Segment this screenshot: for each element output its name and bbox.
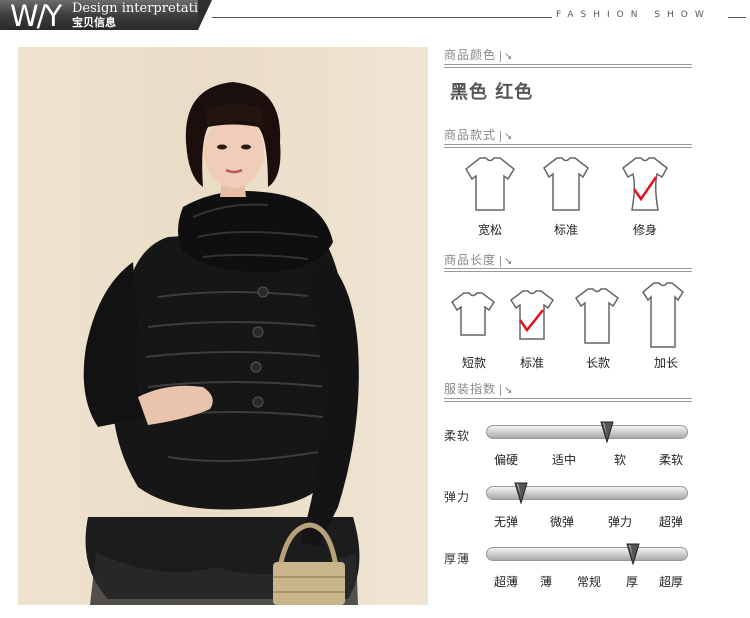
length-label: 长款: [585, 356, 610, 370]
tshirt-icon: [508, 288, 556, 342]
style-label: 宽松: [477, 223, 502, 237]
elasticity-tick: 超弹: [658, 515, 683, 529]
elasticity-slider: [486, 482, 688, 504]
arrow-icon: ↘: [500, 385, 513, 396]
section-rule: [444, 268, 692, 272]
tshirt-icon: [464, 155, 516, 213]
elasticity-tick: 微弹: [549, 515, 574, 529]
style-label: 修身: [632, 223, 657, 237]
header-divider-end: [728, 17, 746, 18]
header-dark-band: W/Y Design interpretation 宝贝信息: [0, 0, 214, 33]
length-label: 短款: [461, 356, 486, 370]
style-label: 标准: [553, 223, 578, 237]
thickness-tick: 厚: [625, 575, 638, 589]
arrow-icon: ↘: [500, 256, 513, 267]
elasticity-tick: 弹力: [607, 515, 632, 529]
tshirt-icon: [573, 286, 621, 346]
product-colors: 黑色 红色: [450, 82, 534, 103]
section-rule: [444, 398, 692, 402]
softness-marker: [600, 421, 614, 443]
arrow-icon: ↘: [500, 131, 513, 142]
tshirt-icon: [541, 155, 591, 213]
length-section-title: 商品长度 ↘: [444, 251, 513, 267]
tshirt-icon: [620, 155, 670, 213]
color-section-title-text: 商品颜色: [444, 48, 497, 62]
section-rule: [444, 144, 692, 148]
product-photo: [18, 47, 428, 605]
tshirt-icon: [449, 290, 497, 338]
spec-panel: 商品颜色 ↘ 黑色 红色 商品款式 ↘ 宽松 标准 修身 商品长度 ↘ 短款 标准: [444, 0, 694, 618]
softness-tick: 偏硬: [493, 453, 518, 467]
index-section-title-text: 服装指数: [444, 382, 497, 396]
softness-tick: 软: [613, 453, 626, 467]
elasticity-marker: [514, 482, 528, 504]
section-rule: [444, 64, 692, 68]
softness-tick: 柔软: [658, 453, 683, 467]
index-section-title: 服装指数 ↘: [444, 380, 513, 396]
style-section-title-text: 商品款式: [444, 128, 497, 142]
softness-tick: 适中: [551, 453, 576, 467]
style-section-title: 商品款式 ↘: [444, 126, 513, 142]
softness-slider: [486, 421, 688, 443]
brand-logo: W/Y: [10, 0, 62, 33]
softness-label: 柔软: [444, 429, 471, 443]
color-section-title: 商品颜色 ↘: [444, 46, 513, 62]
length-label: 加长: [653, 356, 678, 370]
product-info-subtitle: 宝贝信息: [72, 16, 116, 29]
thickness-slider: [486, 543, 688, 565]
elasticity-tick: 无弹: [493, 515, 518, 529]
length-label: 标准: [519, 356, 544, 370]
thickness-tick: 超薄: [493, 575, 518, 589]
thickness-tick: 薄: [539, 575, 552, 589]
model-illustration: [83, 82, 360, 605]
thickness-marker: [626, 543, 640, 565]
length-section-title-text: 商品长度: [444, 253, 497, 267]
tshirt-icon: [640, 280, 686, 350]
arrow-icon: ↘: [500, 51, 513, 62]
thickness-tick: 常规: [576, 575, 601, 589]
elasticity-label: 弹力: [444, 490, 471, 504]
thickness-label: 厚薄: [444, 552, 471, 566]
thickness-tick: 超厚: [658, 575, 683, 589]
